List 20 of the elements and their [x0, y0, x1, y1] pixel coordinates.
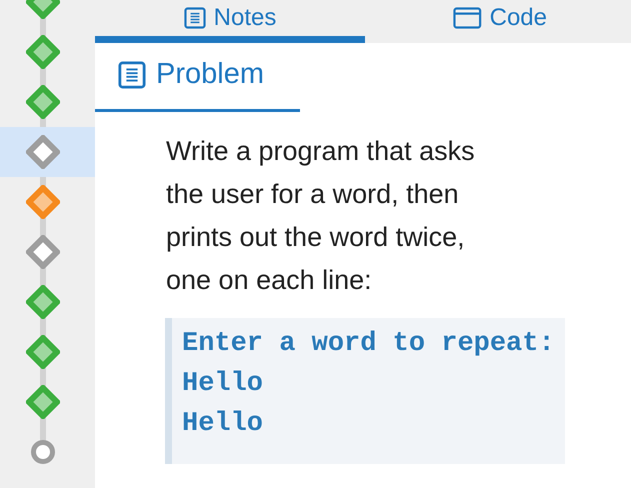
tab[interactable]: Problem — [95, 43, 300, 112]
step-diamond-icon[interactable] — [26, 85, 60, 119]
problem-description: Write a program that asks the user for a word, then prints out the word twice, one on each line: — [166, 135, 476, 297]
document-icon — [184, 7, 206, 29]
step-diamond-icon[interactable] — [26, 185, 60, 219]
step-diamond-icon[interactable] — [26, 385, 60, 419]
tab[interactable]: Notes — [95, 0, 365, 43]
step-diamond-icon[interactable] — [26, 335, 60, 369]
code-line: Enter a word to repeat: — [182, 328, 555, 361]
document-icon — [118, 61, 146, 89]
step-circle-icon[interactable] — [30, 439, 56, 465]
code-line: Hello — [182, 368, 264, 401]
step-diamond-icon[interactable] — [26, 135, 60, 169]
step-diamond-icon[interactable] — [26, 235, 60, 269]
step-diamond-icon[interactable] — [26, 285, 60, 319]
step-diamond-icon[interactable] — [26, 35, 60, 69]
code-line: Hello — [182, 408, 264, 441]
step-row[interactable] — [0, 127, 95, 177]
window-icon — [453, 7, 482, 29]
tab[interactable]: Code — [365, 0, 631, 43]
